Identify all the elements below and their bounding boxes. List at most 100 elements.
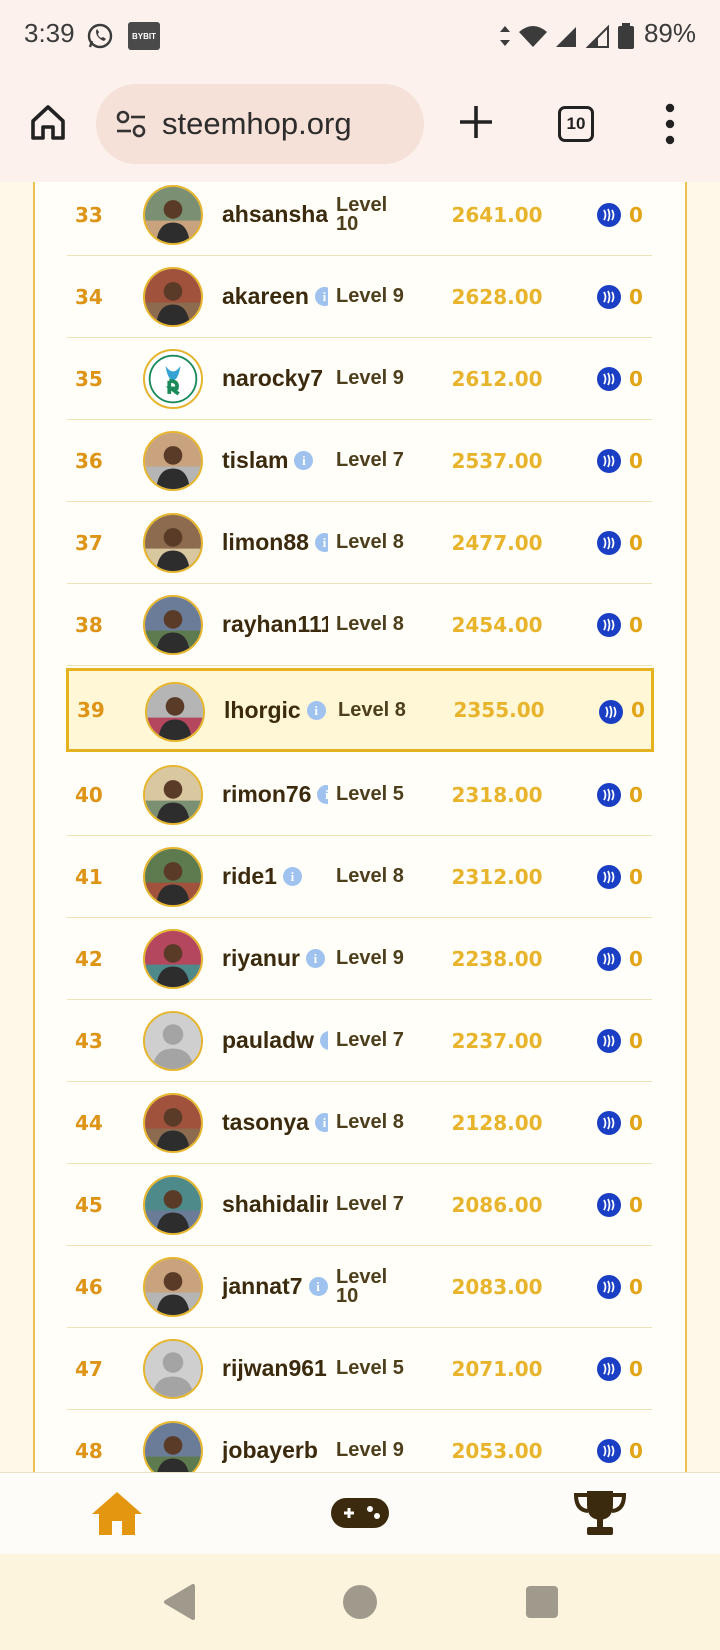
recents-icon[interactable] bbox=[522, 1582, 562, 1622]
username[interactable]: tasonya bbox=[222, 1109, 309, 1136]
leaderboard-row[interactable]: 42 riyanur i Level 9 2238.00 0 bbox=[67, 918, 652, 1000]
avatar[interactable] bbox=[143, 1175, 203, 1235]
status-bar: 3:39 BYBIT 89% bbox=[0, 0, 720, 72]
back-icon[interactable] bbox=[160, 1582, 200, 1622]
leaderboard-row[interactable]: 34 akareen i Level 9 2628.00 0 bbox=[67, 256, 652, 338]
steem-icon bbox=[597, 285, 621, 309]
avatar[interactable] bbox=[145, 682, 205, 742]
rank-number: 45 bbox=[75, 1192, 103, 1217]
address-bar[interactable]: steemhop.org bbox=[96, 84, 424, 164]
new-tab-icon[interactable] bbox=[456, 102, 496, 142]
avatar[interactable] bbox=[143, 267, 203, 327]
username[interactable]: rijwan961 bbox=[222, 1355, 327, 1382]
avatar[interactable] bbox=[143, 349, 203, 409]
leaderboard-row[interactable]: 33 ahsansha Level 10 2641.00 0 bbox=[67, 182, 652, 256]
score: 2053.00 bbox=[451, 1438, 543, 1463]
username[interactable]: narocky7 bbox=[222, 365, 323, 392]
avatar[interactable] bbox=[143, 765, 203, 825]
avatar[interactable] bbox=[143, 1011, 203, 1071]
score: 2454.00 bbox=[451, 612, 543, 637]
system-navigation-bar bbox=[0, 1554, 720, 1650]
username[interactable]: lhorgic bbox=[224, 697, 301, 724]
leaderboard-row[interactable]: 40 rimon76 i Level 5 2318.00 0 bbox=[67, 754, 652, 836]
leaderboard-row[interactable]: 35 narocky7 Level 9 2612.00 0 bbox=[67, 338, 652, 420]
nav-home-button[interactable] bbox=[82, 1483, 152, 1543]
username[interactable]: rayhan111 bbox=[222, 611, 328, 638]
info-icon[interactable]: i bbox=[305, 949, 325, 968]
rank-number: 47 bbox=[75, 1356, 103, 1381]
score: 2477.00 bbox=[451, 530, 543, 555]
info-icon[interactable]: i bbox=[294, 451, 314, 470]
username[interactable]: ride1 bbox=[222, 863, 277, 890]
leaderboard-row[interactable]: 44 tasonya i Level 8 2128.00 0 bbox=[67, 1082, 652, 1164]
nav-games-button[interactable] bbox=[325, 1483, 395, 1543]
gamepad-icon bbox=[331, 1498, 389, 1528]
leaderboard-row[interactable]: 46 jannat7 i Level 10 2083.00 0 bbox=[67, 1246, 652, 1328]
info-icon[interactable]: i bbox=[314, 533, 328, 552]
score: 2612.00 bbox=[451, 366, 543, 391]
username[interactable]: ahsansha bbox=[222, 201, 328, 228]
avatar[interactable] bbox=[143, 847, 203, 907]
reward-amount: 0 bbox=[629, 946, 643, 971]
leaderboard-row[interactable]: 37 limon88 i Level 8 2477.00 0 bbox=[67, 502, 652, 584]
leaderboard-row[interactable]: 45 shahidalir Level 7 2086.00 0 bbox=[67, 1164, 652, 1246]
home-circle-icon[interactable] bbox=[340, 1582, 380, 1622]
score: 2071.00 bbox=[451, 1356, 543, 1381]
username[interactable]: riyanur bbox=[222, 945, 300, 972]
steem-icon bbox=[597, 449, 621, 473]
info-icon[interactable]: i bbox=[314, 1113, 328, 1132]
reward-amount: 0 bbox=[629, 1438, 643, 1463]
username[interactable]: pauladw bbox=[222, 1027, 314, 1054]
leaderboard-row[interactable]: 48 jobayerb Level 9 2053.00 0 bbox=[67, 1410, 652, 1472]
info-icon[interactable]: i bbox=[308, 1277, 328, 1296]
username[interactable]: rimon76 bbox=[222, 781, 311, 808]
username[interactable]: jannat7 bbox=[222, 1273, 303, 1300]
leaderboard-row[interactable]: 47 rijwan961 Level 5 2071.00 0 bbox=[67, 1328, 652, 1410]
overflow-menu-icon[interactable] bbox=[664, 102, 676, 146]
avatar[interactable] bbox=[143, 1257, 203, 1317]
info-icon[interactable]: i bbox=[317, 785, 328, 804]
username[interactable]: limon88 bbox=[222, 529, 309, 556]
info-icon[interactable]: i bbox=[306, 700, 326, 720]
leaderboard-row[interactable]: 41 ride1 i Level 8 2312.00 0 bbox=[67, 836, 652, 918]
leaderboard-row[interactable]: 39 lhorgic i Level 8 2355.00 0 bbox=[66, 668, 654, 752]
avatar[interactable] bbox=[143, 1093, 203, 1153]
reward-amount: 0 bbox=[629, 1110, 643, 1135]
nav-leaderboard-button[interactable] bbox=[565, 1483, 635, 1543]
username[interactable]: jobayerb bbox=[222, 1437, 318, 1464]
username[interactable]: akareen bbox=[222, 283, 309, 310]
score: 2237.00 bbox=[451, 1028, 543, 1053]
score: 2318.00 bbox=[451, 782, 543, 807]
tab-switcher-button[interactable]: 10 bbox=[558, 106, 594, 142]
score: 2355.00 bbox=[453, 698, 545, 722]
whatsapp-icon bbox=[86, 22, 114, 50]
rank-number: 35 bbox=[75, 366, 103, 391]
info-icon[interactable]: i bbox=[282, 867, 302, 886]
steem-icon bbox=[597, 1275, 621, 1299]
leaderboard-row[interactable]: 36 tislam i Level 7 2537.00 0 bbox=[67, 420, 652, 502]
browser-home-icon[interactable] bbox=[28, 102, 68, 142]
avatar[interactable] bbox=[143, 929, 203, 989]
avatar[interactable] bbox=[143, 1339, 203, 1399]
username[interactable]: shahidalir bbox=[222, 1191, 328, 1218]
leaderboard-row[interactable]: 43pauladwiLevel 72237.000 bbox=[67, 1000, 652, 1082]
rank-number: 34 bbox=[75, 284, 103, 309]
bottom-navigation bbox=[0, 1472, 720, 1554]
avatar[interactable] bbox=[143, 513, 203, 573]
rank-number: 38 bbox=[75, 612, 103, 637]
username-cell: limon88 i bbox=[222, 502, 328, 583]
avatar[interactable] bbox=[143, 185, 203, 245]
info-icon[interactable]: i bbox=[320, 1031, 328, 1050]
username[interactable]: tislam bbox=[222, 447, 288, 474]
steem-icon bbox=[597, 783, 621, 807]
info-icon[interactable]: i bbox=[314, 287, 328, 306]
avatar[interactable] bbox=[143, 431, 203, 491]
steem-icon bbox=[597, 1111, 621, 1135]
leaderboard-row[interactable]: 38 rayhan111 Level 8 2454.00 0 bbox=[67, 584, 652, 666]
username-cell: riyanur i bbox=[222, 918, 328, 999]
steem-icon bbox=[597, 1193, 621, 1217]
username-cell: narocky7 bbox=[222, 338, 328, 419]
avatar[interactable] bbox=[143, 1421, 203, 1472]
rank-number: 42 bbox=[75, 946, 103, 971]
avatar[interactable] bbox=[143, 595, 203, 655]
